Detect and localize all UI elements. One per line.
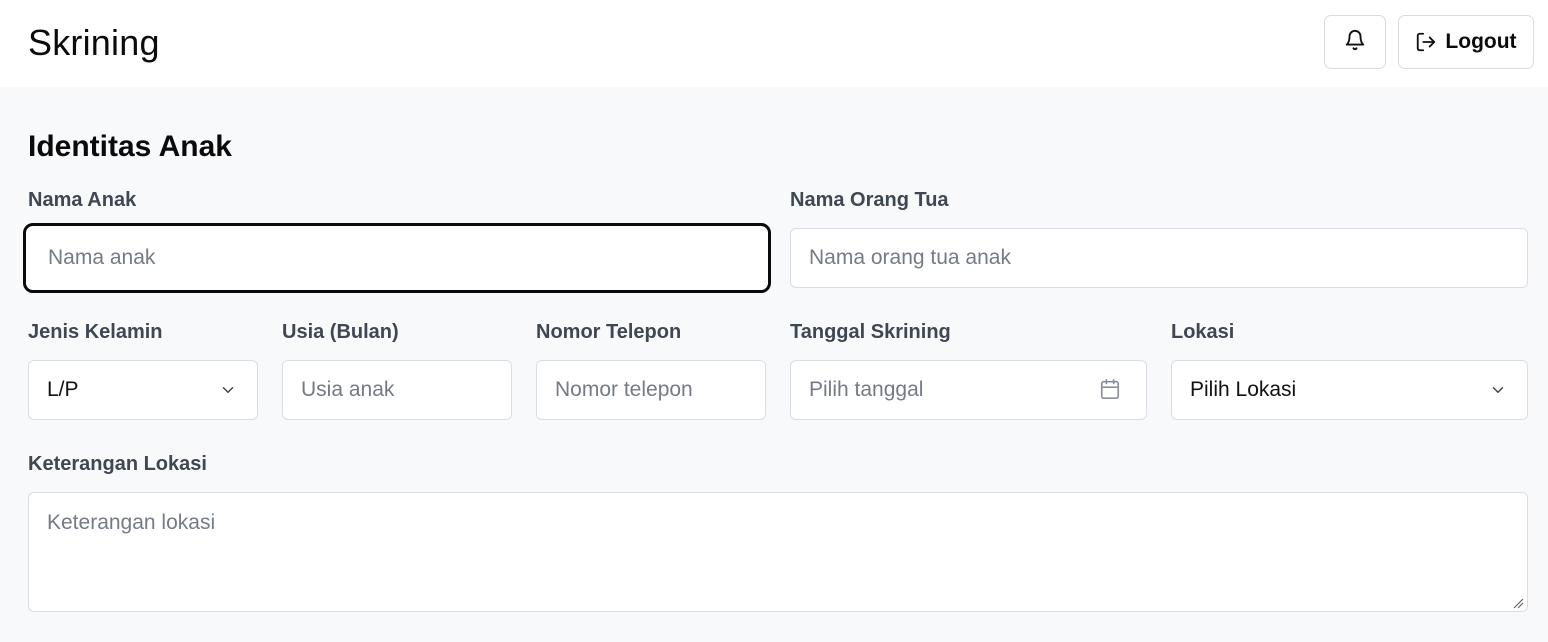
nomor-telepon-input[interactable] [536,360,766,420]
section-title: Identitas Anak [28,130,232,163]
tanggal-skrining-field [790,360,1147,420]
lokasi-label: Lokasi [1171,321,1235,343]
usia-label: Usia (Bulan) [282,321,399,343]
usia-input[interactable] [282,360,512,420]
nama-orang-tua-label: Nama Orang Tua [790,189,949,211]
lokasi-select[interactable]: Pilih Lokasi [1171,360,1528,420]
calendar-icon[interactable] [1099,378,1121,405]
tanggal-skrining-input[interactable] [790,360,1147,420]
chevron-down-icon [219,381,237,405]
tanggal-skrining-label: Tanggal Skrining [790,321,951,343]
resize-handle-icon[interactable] [1512,596,1524,614]
nomor-telepon-label: Nomor Telepon [536,321,682,343]
keterangan-lokasi-textarea[interactable] [28,492,1528,612]
chevron-down-icon [1489,381,1507,405]
nama-orang-tua-input[interactable] [790,228,1528,288]
jenis-kelamin-label: Jenis Kelamin [28,321,163,343]
logout-label: Logout [1445,30,1517,53]
logout-icon [1415,31,1437,53]
logout-button[interactable]: Logout [1398,15,1534,69]
nama-anak-input[interactable] [23,223,771,293]
lokasi-value: Pilih Lokasi [1190,378,1297,401]
nama-anak-label: Nama Anak [28,189,137,211]
jenis-kelamin-value: L/P [47,378,79,401]
keterangan-lokasi-label: Keterangan Lokasi [28,453,207,475]
bell-icon [1344,28,1366,57]
top-bar: Skrining Logout [0,0,1548,87]
jenis-kelamin-select[interactable]: L/P [28,360,258,420]
notifications-button[interactable] [1324,15,1386,69]
page-title: Skrining [28,22,160,63]
